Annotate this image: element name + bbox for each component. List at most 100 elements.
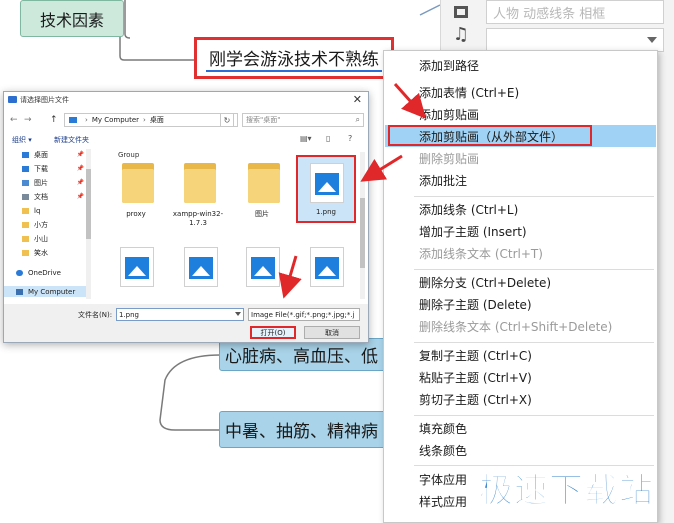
menu-separator	[414, 415, 654, 416]
menu-delete-clipart: 删除剪贴画	[419, 151, 480, 166]
menu-separator	[414, 269, 654, 270]
music-icon[interactable]: ♫	[449, 22, 473, 46]
organize-button[interactable]: 组织 ▾	[12, 135, 32, 145]
documents-icon	[22, 193, 29, 200]
topic-selected-label: 刚学会游泳技术不熟练	[206, 45, 382, 72]
sidebar-item-label: My Computer	[28, 287, 76, 296]
sidebar-item-desktop[interactable]: 桌面 📌	[4, 149, 90, 160]
sidebar-item-label: 小方	[34, 220, 48, 229]
clipart-category-select[interactable]	[486, 28, 664, 52]
sidebar-item-label: OneDrive	[28, 268, 61, 277]
preview-pane-icon[interactable]: ▯	[326, 134, 330, 143]
filename-input[interactable]: 1.png	[116, 308, 244, 321]
computer-icon	[69, 117, 77, 123]
file-item-1-png[interactable]: 1.png	[298, 157, 354, 229]
folder-icon	[22, 235, 29, 242]
back-arrow-icon[interactable]: ←	[10, 114, 18, 126]
menu-delete-subtopic[interactable]: 删除子主题 (Delete)	[385, 293, 656, 315]
sidebar-item-pictures[interactable]: 图片 📌	[4, 177, 90, 188]
file-label: 图片	[255, 210, 269, 218]
clipart-search-input[interactable]: 人物 动感线条 相框	[486, 0, 664, 24]
file-list-scrollbar[interactable]	[360, 152, 365, 299]
menu-add-subtopic[interactable]: 增加子主题 (Insert)	[385, 220, 656, 242]
menu-delete-branch[interactable]: 删除分支 (Ctrl+Delete)	[385, 271, 656, 293]
sidebar-item-xiaoshan[interactable]: 小山	[4, 233, 90, 244]
file-open-dialog: 请选择图片文件 ✕ ← → ↑ › My Computer › 桌面 ↻ 搜索"…	[3, 91, 369, 343]
new-folder-button[interactable]: 新建文件夹	[54, 135, 89, 145]
menu-add-note[interactable]: 添加批注	[385, 169, 656, 191]
menu-add-to-path[interactable]: 添加到路径	[385, 54, 656, 76]
pin-icon: 📌	[76, 151, 84, 158]
file-item-image[interactable]	[234, 241, 290, 313]
dialog-search-placeholder: 搜索"桌面"	[246, 116, 281, 124]
address-bar[interactable]: › My Computer › 桌面	[64, 113, 238, 127]
picture-glyph	[454, 6, 468, 18]
group-header: Group	[118, 151, 140, 159]
chevron-down-icon	[647, 37, 657, 43]
dialog-search-input[interactable]: 搜索"桌面" ⌕	[242, 113, 364, 127]
menu-add-line[interactable]: 添加线条 (Ctrl+L)	[385, 198, 656, 220]
dialog-navbar: ← → ↑ › My Computer › 桌面 ↻ 搜索"桌面" ⌕	[4, 110, 368, 130]
refresh-icon[interactable]: ↻	[220, 113, 234, 127]
folder-icon	[122, 163, 154, 203]
search-icon: ⌕	[355, 115, 360, 124]
picture-icon[interactable]	[449, 0, 473, 24]
menu-fill-color[interactable]: 填充颜色	[385, 417, 656, 439]
menu-paste-subtopic[interactable]: 粘贴子主题 (Ctrl+V)	[385, 366, 656, 388]
menu-cut-subtopic[interactable]: 剪切子主题 (Ctrl+X)	[385, 388, 656, 410]
sidebar-item-label: 笑水	[34, 248, 48, 257]
sidebar-item-documents[interactable]: 文档 📌	[4, 191, 90, 202]
menu-add-emoji[interactable]: 添加表情 (Ctrl+E)	[385, 81, 656, 103]
file-item-proxy[interactable]: proxy	[108, 159, 164, 231]
file-item-image[interactable]	[172, 241, 228, 313]
pin-icon: 📌	[76, 193, 84, 200]
chevron-down-icon[interactable]	[235, 312, 241, 316]
sidebar-item-downloads[interactable]: 下载 📌	[4, 163, 90, 174]
filetype-select[interactable]: Image File(*.gif;*.png;*.jpg;*.j	[248, 308, 360, 321]
file-item-image[interactable]	[298, 241, 354, 313]
sidebar-item-xiaofang[interactable]: 小方	[4, 219, 90, 230]
file-item-xampp[interactable]: xampp-win32-1.7.3	[170, 159, 226, 231]
sidebar-scrollbar[interactable]	[86, 149, 91, 299]
file-item-pictures-folder[interactable]: 图片	[234, 159, 290, 231]
sidebar-item-label: lq	[34, 206, 41, 215]
image-file-icon	[120, 247, 154, 287]
file-label: xampp-win32-1.7.3	[172, 210, 224, 227]
sidebar-item-onedrive[interactable]: OneDrive	[4, 267, 90, 278]
breadcrumb-item-desktop[interactable]: 桌面	[150, 115, 164, 125]
download-icon	[22, 165, 29, 172]
sidebar-item-label: 图片	[34, 178, 48, 187]
cancel-button[interactable]: 取消	[304, 326, 360, 339]
menu-separator	[414, 342, 654, 343]
image-file-icon	[310, 163, 344, 203]
sidebar-item-label: 下载	[34, 164, 48, 173]
scrollbar-thumb[interactable]	[86, 169, 91, 239]
help-icon[interactable]: ?	[348, 134, 352, 143]
sidebar-item-my-computer[interactable]: My Computer	[4, 286, 90, 297]
menu-add-line-text: 添加线条文本 (Ctrl+T)	[419, 246, 543, 261]
menu-line-color[interactable]: 线条颜色	[385, 439, 656, 461]
filename-label: 文件名(N):	[78, 311, 113, 319]
folder-icon	[22, 207, 29, 214]
menu-copy-subtopic[interactable]: 复制子主题 (Ctrl+C)	[385, 344, 656, 366]
sidebar-item-xiaoshui[interactable]: 笑水	[4, 247, 90, 258]
sidebar-item-lq[interactable]: lq	[4, 205, 90, 216]
forward-arrow-icon[interactable]: →	[24, 114, 32, 126]
open-button[interactable]: 打开(O)	[250, 326, 296, 339]
topic-tech-factors[interactable]: 技术因素	[20, 0, 124, 37]
menu-add-clipart[interactable]: 添加剪贴画	[385, 103, 656, 125]
file-label: 1.png	[315, 208, 336, 216]
menu-add-clipart-external[interactable]: 添加剪贴画（从外部文件）	[385, 125, 656, 147]
topic-heatstroke[interactable]: 中暑、抽筋、精神病	[219, 411, 391, 448]
topic-selected-swimming[interactable]: 刚学会游泳技术不熟练	[194, 37, 394, 79]
scrollbar-thumb[interactable]	[360, 198, 365, 268]
dialog-title: 请选择图片文件	[20, 96, 69, 104]
close-icon[interactable]: ✕	[353, 93, 362, 107]
breadcrumb-item-computer[interactable]: My Computer	[92, 116, 139, 124]
filename-value: 1.png	[119, 310, 140, 319]
image-file-icon	[246, 247, 280, 287]
dialog-titlebar[interactable]: 请选择图片文件 ✕	[4, 92, 368, 108]
file-item-image[interactable]	[108, 241, 164, 313]
up-arrow-icon[interactable]: ↑	[50, 114, 58, 126]
view-options-icon[interactable]: ▤▾	[300, 134, 312, 143]
